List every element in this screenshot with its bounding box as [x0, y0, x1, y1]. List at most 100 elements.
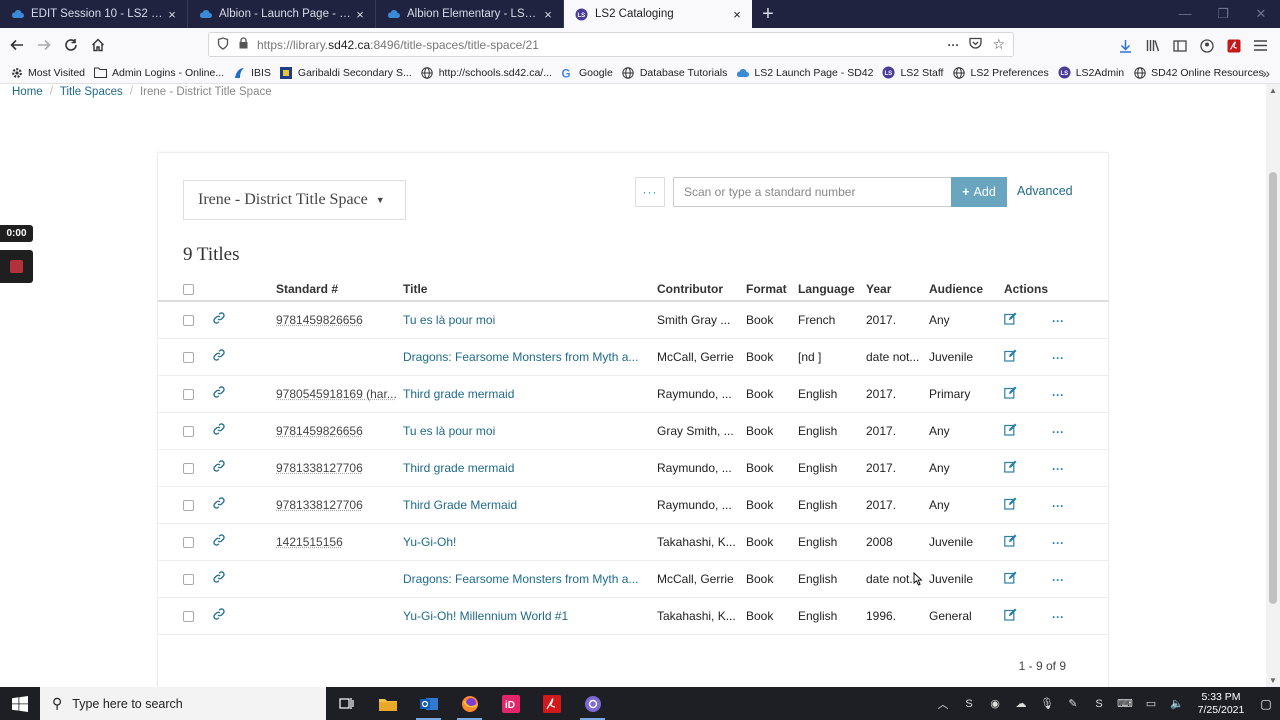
edit-icon[interactable] — [1004, 349, 1052, 365]
download-icon[interactable] — [1112, 32, 1139, 59]
breadcrumb-title-spaces[interactable]: Title Spaces — [60, 86, 123, 98]
bookmark-star-icon[interactable]: ☆ — [992, 36, 1005, 53]
edit-icon[interactable] — [1004, 571, 1052, 587]
column-header-audience[interactable]: Audience — [929, 277, 1004, 302]
restore-icon[interactable]: ❐ — [1204, 0, 1242, 28]
column-header-year[interactable]: Year — [866, 277, 929, 302]
browser-tab[interactable]: EDIT Session 10 - LS2 Catalogu× — [0, 0, 188, 28]
firefox-icon[interactable] — [449, 687, 490, 720]
shield-icon[interactable] — [217, 36, 229, 53]
row-more-actions-icon[interactable]: ··· — [1052, 425, 1064, 439]
column-header-language[interactable]: Language — [798, 277, 866, 302]
windows-start-icon[interactable] — [0, 687, 40, 720]
keyboard-icon[interactable]: ⌨ — [1112, 697, 1138, 710]
bookmark-item[interactable]: LS LS2Admin — [1058, 66, 1124, 79]
edit-icon[interactable] — [1004, 386, 1052, 402]
scroll-up-icon[interactable]: ▲ — [1266, 86, 1280, 95]
new-tab-button[interactable]: + — [752, 0, 784, 28]
bookmark-item[interactable]: SD42 Online Resources — [1133, 66, 1264, 79]
bookmark-item[interactable]: G Google — [561, 66, 613, 79]
row-checkbox[interactable] — [183, 499, 194, 511]
row-checkbox[interactable] — [183, 462, 194, 474]
edit-icon[interactable] — [1004, 534, 1052, 550]
link-icon[interactable] — [213, 312, 225, 327]
column-header-standard[interactable]: Standard # — [276, 277, 403, 302]
page-actions-icon[interactable]: ··· — [947, 38, 959, 52]
bookmark-item[interactable]: LS2 Preferences — [952, 66, 1049, 79]
pocket-icon[interactable] — [969, 37, 983, 52]
title-link[interactable]: Tu es là pour moi — [403, 313, 495, 327]
taskbar-search[interactable]: ⚲ Type here to search — [40, 687, 326, 720]
bookmark-item[interactable]: http://schools.sd42.ca/... — [421, 66, 552, 79]
row-checkbox[interactable] — [183, 315, 194, 327]
scrollbar-thumb[interactable] — [1269, 172, 1277, 604]
bookmark-item[interactable]: Admin Logins - Online... — [94, 66, 224, 79]
scroll-down-icon[interactable]: ▼ — [1266, 676, 1280, 685]
settings-app-icon[interactable] — [572, 687, 613, 720]
edit-icon[interactable] — [1004, 460, 1052, 476]
lock-icon[interactable] — [238, 37, 249, 52]
link-icon[interactable] — [213, 349, 225, 364]
column-header-contributor[interactable]: Contributor — [657, 277, 746, 302]
title-link[interactable]: Tu es là pour moi — [403, 424, 495, 438]
link-icon[interactable] — [213, 460, 225, 475]
edit-icon[interactable] — [1004, 497, 1052, 513]
microphone-icon[interactable]: 🎙 — [1034, 697, 1060, 710]
acrobat-icon[interactable] — [531, 687, 572, 720]
link-icon[interactable] — [213, 386, 225, 401]
browser-tab[interactable]: Albion Elementary - LS2 PAC× — [376, 0, 564, 28]
bookmark-item[interactable]: Most Visited — [10, 66, 85, 79]
row-more-actions-icon[interactable]: ··· — [1052, 610, 1064, 624]
title-link[interactable]: Third grade mermaid — [403, 387, 514, 401]
address-bar[interactable]: https://library.sd42.ca:8496/title-space… — [208, 32, 1014, 57]
select-all-checkbox[interactable] — [183, 283, 194, 295]
standard-number-input[interactable] — [673, 177, 951, 207]
window-close-icon[interactable]: ✕ — [1242, 0, 1280, 28]
title-link[interactable]: Third grade mermaid — [403, 461, 514, 475]
advanced-link[interactable]: Advanced — [1017, 184, 1073, 198]
notifications-icon[interactable]: ▢ — [1252, 697, 1280, 711]
pen-icon[interactable]: ✎ — [1060, 697, 1086, 710]
browser-tab[interactable]: LS LS2 Cataloging × — [564, 0, 752, 28]
breadcrumb-home[interactable]: Home — [12, 86, 43, 98]
row-checkbox[interactable] — [183, 573, 194, 585]
link-icon[interactable] — [213, 423, 225, 438]
volume-icon[interactable]: 🔈 — [1164, 697, 1190, 710]
menu-icon[interactable] — [1247, 32, 1274, 59]
bookmarks-overflow-icon[interactable]: » — [1262, 65, 1270, 81]
row-checkbox[interactable] — [183, 351, 194, 363]
file-explorer-icon[interactable] — [367, 687, 408, 720]
bookmark-item[interactable]: Database Tutorials — [622, 66, 727, 79]
indesign-icon[interactable]: iD — [490, 687, 531, 720]
network-icon[interactable]: ▭ — [1138, 697, 1164, 710]
tab-close-icon[interactable]: × — [541, 7, 555, 22]
row-checkbox[interactable] — [183, 536, 194, 548]
home-icon[interactable] — [84, 32, 111, 59]
taskbar-clock[interactable]: 5:33 PM 7/25/2021 — [1190, 691, 1252, 717]
tab-close-icon[interactable]: × — [165, 7, 179, 22]
tab-close-icon[interactable]: × — [353, 7, 367, 22]
row-checkbox[interactable] — [183, 425, 194, 437]
task-view-icon[interactable] — [326, 687, 367, 720]
row-more-actions-icon[interactable]: ··· — [1052, 573, 1064, 587]
row-checkbox[interactable] — [183, 610, 194, 622]
account-icon[interactable] — [1193, 32, 1220, 59]
tray-overflow-icon[interactable]: ︿ — [930, 696, 956, 712]
outlook-icon[interactable] — [408, 687, 449, 720]
row-more-actions-icon[interactable]: ··· — [1052, 462, 1064, 476]
url-text[interactable]: https://library.sd42.ca:8496/title-space… — [257, 38, 947, 52]
link-icon[interactable] — [213, 534, 225, 549]
title-link[interactable]: Yu-Gi-Oh! Millennium World #1 — [403, 609, 568, 623]
row-more-actions-icon[interactable]: ··· — [1052, 388, 1064, 402]
link-icon[interactable] — [213, 571, 225, 586]
add-button[interactable]: + Add — [951, 177, 1007, 207]
link-icon[interactable] — [213, 608, 225, 623]
bookmark-item[interactable]: Garibaldi Secondary S... — [280, 66, 412, 79]
sway-icon[interactable]: S — [1086, 698, 1112, 710]
edit-icon[interactable] — [1004, 312, 1052, 328]
browser-tab[interactable]: Albion - Launch Page - LibGuid× — [188, 0, 376, 28]
row-more-actions-icon[interactable]: ··· — [1052, 351, 1064, 365]
bookmark-item[interactable]: LS2 Launch Page - SD42 — [736, 66, 873, 79]
title-link[interactable]: Dragons: Fearsome Monsters from Myth a..… — [403, 350, 638, 364]
title-link[interactable]: Yu-Gi-Oh! — [403, 535, 456, 549]
